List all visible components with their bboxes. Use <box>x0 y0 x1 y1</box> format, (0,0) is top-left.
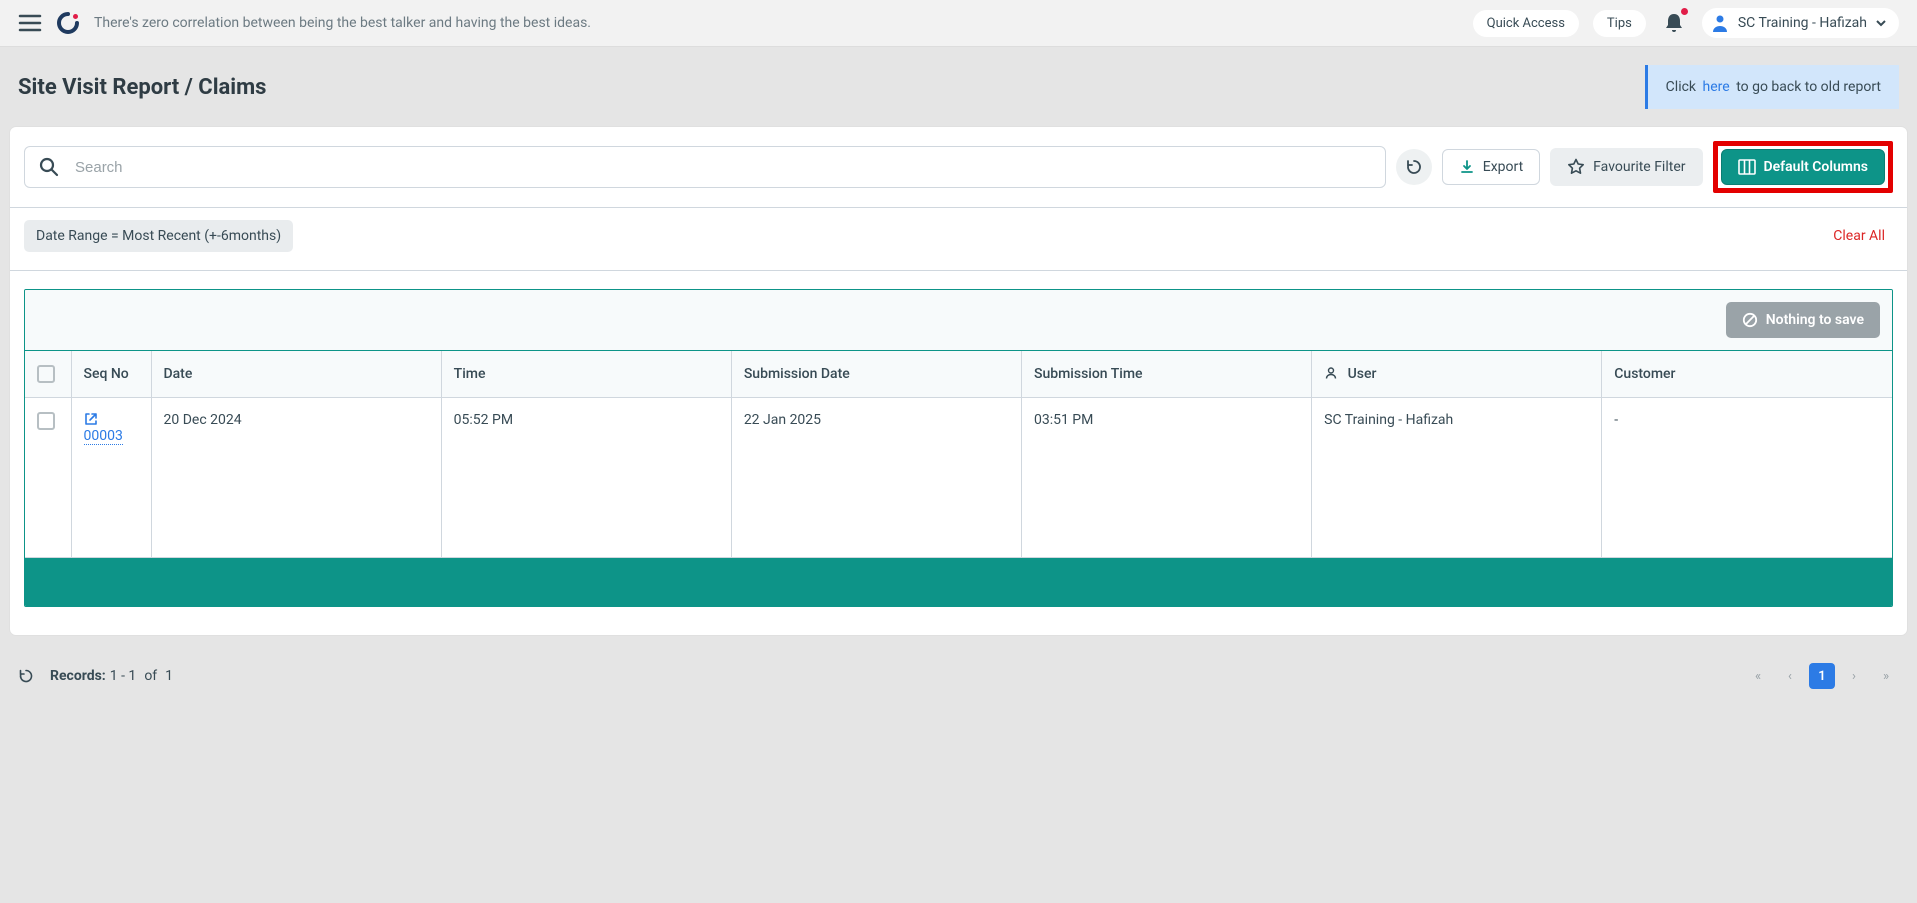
user-avatar-icon <box>1710 13 1730 33</box>
footer: Records: 1 - 1 of 1 « ‹ 1 › » <box>0 651 1917 701</box>
page-prev-button[interactable]: ‹ <box>1777 663 1803 689</box>
old-report-notice: Click here to go back to old report <box>1645 65 1899 109</box>
date-range-filter-chip[interactable]: Date Range = Most Recent (+-6months) <box>24 220 293 252</box>
download-icon <box>1459 159 1475 175</box>
tips-button[interactable]: Tips <box>1593 10 1646 37</box>
cell-time: 05:52 PM <box>441 398 731 558</box>
notice-prefix: Click <box>1666 79 1696 95</box>
save-bar: Nothing to save <box>25 290 1892 351</box>
records-label: Records: <box>50 668 106 684</box>
notifications-bell-icon[interactable] <box>1660 8 1688 38</box>
refresh-button[interactable] <box>1396 149 1432 185</box>
default-columns-button[interactable]: Default Columns <box>1721 149 1886 185</box>
star-icon <box>1567 158 1585 176</box>
nothing-to-save-button: Nothing to save <box>1726 302 1880 338</box>
header-seq-no[interactable]: Seq No <box>71 351 151 398</box>
search-input[interactable] <box>73 158 1371 177</box>
notification-dot-icon <box>1681 8 1688 15</box>
user-icon <box>1324 366 1338 380</box>
header-submission-time[interactable]: Submission Time <box>1021 351 1311 398</box>
page-next-button[interactable]: › <box>1841 663 1867 689</box>
cell-date: 20 Dec 2024 <box>151 398 441 558</box>
report-table: Seq No Date Time Submission Date Submiss… <box>25 351 1892 558</box>
quote-text: There's zero correlation between being t… <box>94 15 591 31</box>
clear-all-button[interactable]: Clear All <box>1833 228 1893 244</box>
cell-submission-time: 03:51 PM <box>1021 398 1311 558</box>
search-field-wrap[interactable] <box>24 146 1386 188</box>
page-last-button[interactable]: » <box>1873 663 1899 689</box>
favourite-filter-label: Favourite Filter <box>1593 159 1685 175</box>
filter-chip-row: Date Range = Most Recent (+-6months) Cle… <box>10 208 1907 271</box>
columns-icon <box>1738 159 1756 175</box>
main-card: Export Favourite Filter Default Columns … <box>10 127 1907 635</box>
page-number-button[interactable]: 1 <box>1809 663 1835 689</box>
quick-access-button[interactable]: Quick Access <box>1473 10 1579 37</box>
cell-customer: - <box>1602 398 1892 558</box>
header-submission-date[interactable]: Submission Date <box>731 351 1021 398</box>
row-checkbox-cell <box>25 398 71 558</box>
header-date[interactable]: Date <box>151 351 441 398</box>
footer-refresh-icon[interactable] <box>18 668 34 684</box>
app-logo-icon[interactable] <box>56 11 80 35</box>
select-all-checkbox[interactable] <box>37 365 55 383</box>
export-button[interactable]: Export <box>1442 149 1540 185</box>
records-of: of <box>144 668 157 684</box>
old-report-link[interactable]: here <box>1703 79 1730 95</box>
hamburger-menu-icon[interactable] <box>18 13 42 33</box>
open-external-icon[interactable] <box>84 412 98 426</box>
top-bar: There's zero correlation between being t… <box>0 0 1917 47</box>
refresh-icon <box>1405 158 1423 176</box>
table-footer-strip <box>25 558 1892 606</box>
highlight-default-columns: Default Columns <box>1713 141 1894 193</box>
horizontal-scrollbar[interactable] <box>24 607 1893 625</box>
prohibit-icon <box>1742 312 1758 328</box>
page-first-button[interactable]: « <box>1745 663 1771 689</box>
header-user-label: User <box>1348 366 1377 382</box>
chevron-down-icon <box>1875 17 1887 29</box>
records-range: 1 - 1 <box>110 668 137 684</box>
header-user[interactable]: User <box>1312 351 1602 398</box>
pagination: « ‹ 1 › » <box>1745 663 1899 689</box>
nothing-to-save-label: Nothing to save <box>1766 312 1864 328</box>
records-total: 1 <box>165 668 173 684</box>
table-area: Nothing to save Seq No Date Time Submiss… <box>10 271 1907 635</box>
row-checkbox[interactable] <box>37 412 55 430</box>
seq-no-link[interactable]: 00003 <box>84 428 123 445</box>
cell-user: SC Training - Hafizah <box>1312 398 1602 558</box>
search-icon <box>39 157 59 177</box>
page-header: Site Visit Report / Claims Click here to… <box>0 47 1917 121</box>
default-columns-label: Default Columns <box>1764 159 1869 175</box>
header-customer[interactable]: Customer <box>1602 351 1892 398</box>
favourite-filter-button[interactable]: Favourite Filter <box>1550 148 1702 186</box>
header-checkbox-cell <box>25 351 71 398</box>
notice-suffix: to go back to old report <box>1736 79 1881 95</box>
cell-seq-no: 00003 <box>71 398 151 558</box>
user-menu-button[interactable]: SC Training - Hafizah <box>1702 8 1899 38</box>
page-title: Site Visit Report / Claims <box>18 75 1645 100</box>
cell-submission-date: 22 Jan 2025 <box>731 398 1021 558</box>
export-label: Export <box>1483 159 1523 175</box>
toolbar: Export Favourite Filter Default Columns <box>10 127 1907 208</box>
user-name-label: SC Training - Hafizah <box>1738 15 1867 31</box>
table-row[interactable]: 00003 20 Dec 2024 05:52 PM 22 Jan 2025 0… <box>25 398 1892 558</box>
header-time[interactable]: Time <box>441 351 731 398</box>
